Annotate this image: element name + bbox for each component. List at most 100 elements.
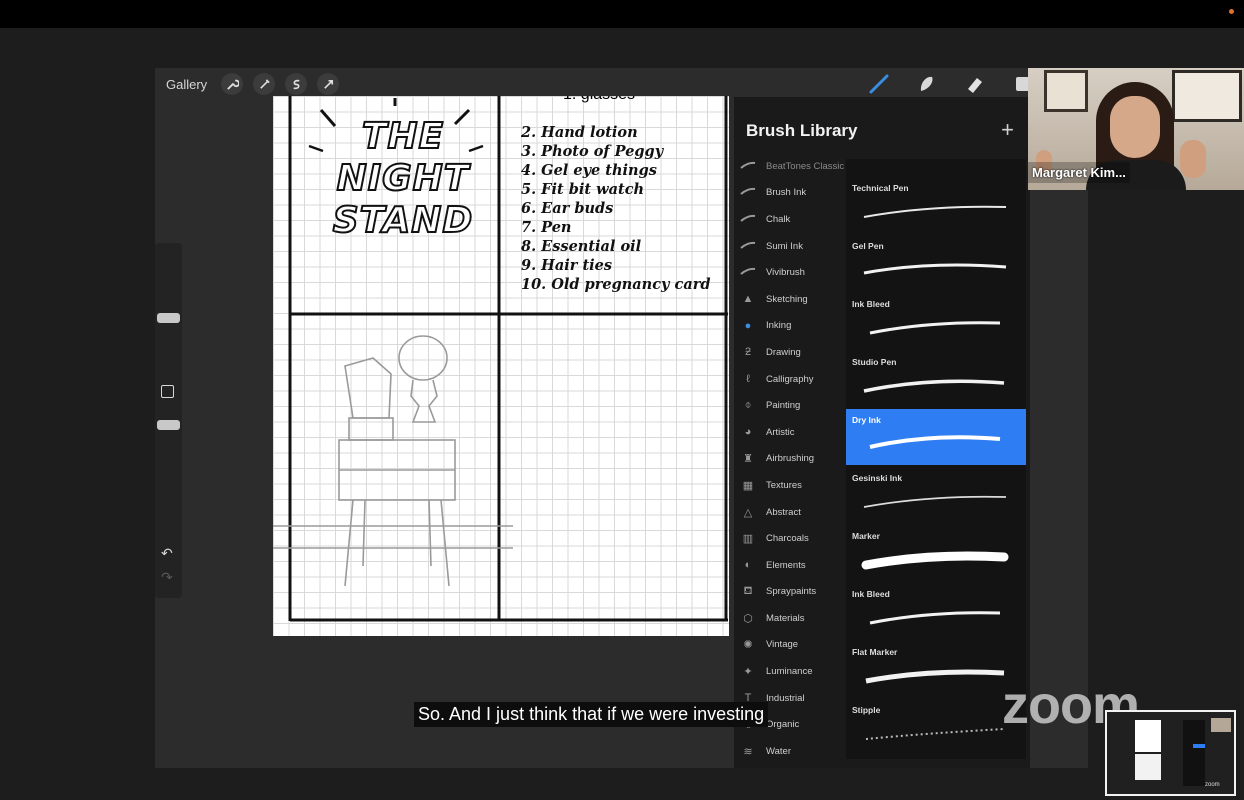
participant-face xyxy=(1110,96,1160,158)
category-label: Chalk xyxy=(766,213,791,225)
brush-list: Technical Pen Gel Pen Ink Bleed Studio P… xyxy=(846,159,1026,759)
add-brush-button[interactable]: + xyxy=(1001,117,1014,143)
brush-stroke-preview xyxy=(865,669,1005,684)
category-inking[interactable]: ● Inking xyxy=(740,313,846,340)
brush-stroke-preview xyxy=(863,379,1005,393)
category-painting[interactable]: ⌽ Painting xyxy=(740,392,846,419)
list-item: 6. Ear buds xyxy=(521,200,614,217)
palette-icon: ◕ xyxy=(744,426,752,439)
charcoal-icon: ▥ xyxy=(742,533,754,546)
brush-name: Flat Marker xyxy=(852,647,898,657)
list-item: 2. Hand lotion xyxy=(521,124,638,141)
category-label: Sketching xyxy=(766,293,808,305)
list-item: 7. Pen xyxy=(521,219,572,236)
wall-picture xyxy=(1172,70,1242,122)
category-sketching[interactable]: ▲ Sketching xyxy=(740,286,846,313)
category-drawing[interactable]: ƻ Drawing xyxy=(740,339,846,366)
brush-size-slider[interactable] xyxy=(157,313,180,323)
list-item: 4. Gel eye things xyxy=(521,162,657,179)
brush-name: Stipple xyxy=(852,705,881,715)
category-textures[interactable]: ▦ Textures xyxy=(740,472,846,499)
upper-band xyxy=(0,28,1244,68)
category-label: Organic xyxy=(766,719,800,731)
category-calligraphy[interactable]: ℓ Calligraphy xyxy=(740,366,846,393)
ink-drop-icon: ● xyxy=(744,319,752,332)
list-items: 2. Hand lotion 3. Photo of Peggy 4. Gel … xyxy=(521,124,711,295)
category-label: Textures xyxy=(766,479,802,491)
mini-brush-panel xyxy=(1183,720,1205,786)
brush-item[interactable]: Stipple xyxy=(846,705,1026,761)
selection-icon[interactable] xyxy=(285,73,308,95)
category-label: Painting xyxy=(766,400,801,412)
list-item: 10. Old pregnancy card xyxy=(521,276,711,293)
brush-category-list: BeatTones Classic Brush Ink Chalk Sumi I… xyxy=(740,153,846,765)
brush-item[interactable]: Gel Pen xyxy=(846,241,1026,297)
mini-zoom-watermark: zoom xyxy=(1205,782,1220,788)
category-abstract[interactable]: △ Abstract xyxy=(740,499,846,526)
category-label: Charcoals xyxy=(766,533,809,545)
category-label: Sumi Ink xyxy=(766,240,803,252)
recording-indicator xyxy=(1229,9,1234,14)
magic-wand-icon[interactable] xyxy=(253,73,276,95)
wrench-icon[interactable] xyxy=(221,73,244,95)
category-vintage[interactable]: ✺ Vintage xyxy=(740,632,846,659)
participant-video[interactable]: Margaret Kim... xyxy=(1028,68,1244,190)
category-brush-ink[interactable]: Brush Ink xyxy=(740,180,846,207)
brush-stroke-preview xyxy=(869,321,1001,335)
waves-icon: ≋ xyxy=(743,745,753,758)
category-airbrushing[interactable]: ♜ Airbrushing xyxy=(740,446,846,473)
top-bar xyxy=(0,0,1244,28)
category-elements[interactable]: ◐ Elements xyxy=(740,552,846,579)
pencil-tip-icon: ▲ xyxy=(742,293,754,306)
category-luminance[interactable]: ✦ Luminance xyxy=(740,658,846,685)
brush-item[interactable]: Technical Pen xyxy=(846,183,1026,239)
sidebar-sliders: ↶ ↷ xyxy=(155,243,182,598)
brush-item[interactable]: Ink Bleed xyxy=(846,589,1026,645)
category-chalk[interactable]: Chalk xyxy=(740,206,846,233)
category-label: Luminance xyxy=(766,666,813,678)
brush-name: Dry Ink xyxy=(852,415,881,425)
list-item: 9. Hair ties xyxy=(521,257,613,274)
category-vivibrush[interactable]: Vivibrush xyxy=(740,259,846,286)
category-water[interactable]: ≋ Water xyxy=(740,738,846,765)
gallery-button[interactable]: Gallery xyxy=(166,77,207,92)
brush-stroke-preview xyxy=(863,205,1007,218)
modify-button[interactable] xyxy=(161,385,174,398)
category-sumi-ink[interactable]: Sumi Ink xyxy=(740,233,846,260)
opacity-slider[interactable] xyxy=(157,420,180,430)
list-item: 5. Fit bit watch xyxy=(521,181,645,198)
redo-icon[interactable]: ↷ xyxy=(161,569,173,586)
category-label: Materials xyxy=(766,612,805,624)
paintbrush-icon: ⌽ xyxy=(744,399,752,412)
brush-name: Gel Pen xyxy=(852,241,884,251)
category-charcoals[interactable]: ▥ Charcoals xyxy=(740,525,846,552)
category-artistic[interactable]: ◕ Artistic xyxy=(740,419,846,446)
brush-item[interactable]: Gesinski Ink xyxy=(846,473,1026,529)
category-beattones[interactable]: BeatTones Classic xyxy=(740,153,846,180)
category-materials[interactable]: ⬡ Materials xyxy=(740,605,846,632)
brush-name: Studio Pen xyxy=(852,357,897,367)
category-label: BeatTones Classic xyxy=(766,160,845,172)
brush-item[interactable]: Studio Pen xyxy=(846,357,1026,413)
brush-item[interactable]: Ink Bleed xyxy=(846,299,1026,355)
mini-selected-brush xyxy=(1193,744,1205,748)
category-label: Vintage xyxy=(766,639,799,651)
brush-stroke-preview xyxy=(863,263,1007,275)
brush-name: Marker xyxy=(852,531,880,541)
brush-stroke-icon xyxy=(740,186,756,199)
elements-icon: ◐ xyxy=(744,559,752,572)
category-spraypaints[interactable]: ⛾ Spraypaints xyxy=(740,579,846,606)
mini-video-thumbnail[interactable]: zoom xyxy=(1105,710,1236,796)
undo-icon[interactable]: ↶ xyxy=(161,545,173,562)
brush-stroke-icon xyxy=(740,240,756,253)
category-label: Inking xyxy=(766,320,792,332)
brush-stroke-preview xyxy=(869,435,1001,449)
brush-item-selected[interactable]: Dry Ink xyxy=(846,409,1026,465)
brush-stroke-icon xyxy=(740,160,756,173)
brush-item[interactable]: Flat Marker xyxy=(846,647,1026,703)
brush-item[interactable]: Marker xyxy=(846,531,1026,587)
vintage-icon: ✺ xyxy=(743,639,753,652)
category-label: Industrial xyxy=(766,692,805,704)
drawing-canvas[interactable]: THE NIGHT STAND 1. glasses 2. Hand lotio… xyxy=(273,96,729,636)
transform-icon[interactable] xyxy=(317,73,340,95)
